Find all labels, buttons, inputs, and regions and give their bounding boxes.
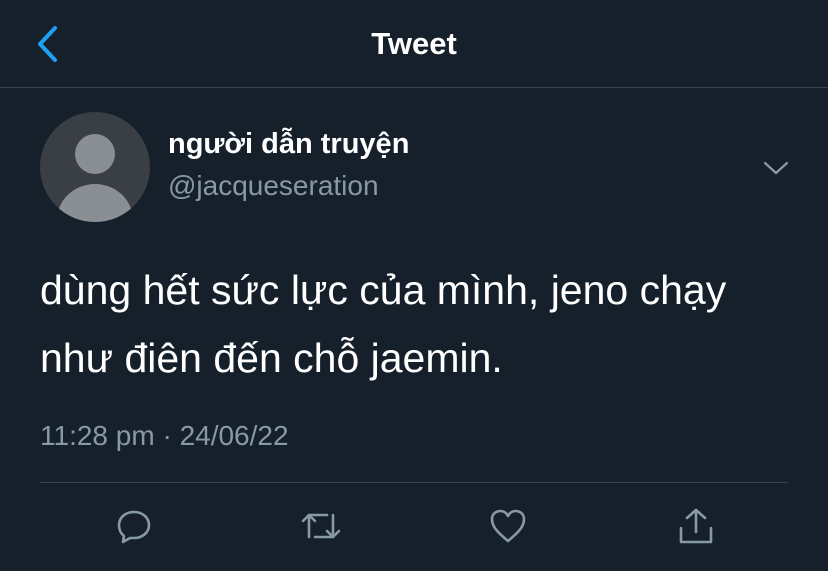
divider bbox=[40, 482, 788, 483]
share-button[interactable] bbox=[670, 500, 722, 552]
top-bar: Tweet bbox=[0, 0, 828, 88]
chevron-down-icon bbox=[763, 161, 789, 175]
reply-icon bbox=[117, 510, 151, 544]
avatar[interactable] bbox=[40, 112, 150, 222]
share-icon bbox=[679, 508, 713, 544]
meta-separator: · bbox=[162, 420, 172, 451]
tweet-text: dùng hết sức lực của mình, jeno chạy như… bbox=[40, 267, 727, 381]
default-avatar-icon bbox=[57, 134, 133, 222]
page-title: Tweet bbox=[371, 26, 457, 61]
reply-button[interactable] bbox=[108, 500, 160, 552]
action-bar bbox=[0, 500, 828, 552]
tweet-timestamp: 11:28 pm · 24/06/22 bbox=[40, 420, 289, 452]
more-options-button[interactable] bbox=[758, 150, 794, 186]
retweet-button[interactable] bbox=[295, 500, 347, 552]
like-icon bbox=[490, 509, 526, 543]
tweet-time: 11:28 pm bbox=[40, 420, 155, 451]
tweet-date: 24/06/22 bbox=[179, 420, 289, 451]
like-button[interactable] bbox=[482, 500, 534, 552]
retweet-icon bbox=[301, 513, 341, 539]
author-display-name[interactable]: người dẫn truyện bbox=[168, 128, 409, 161]
author-handle[interactable]: @jacqueseration bbox=[168, 170, 379, 202]
